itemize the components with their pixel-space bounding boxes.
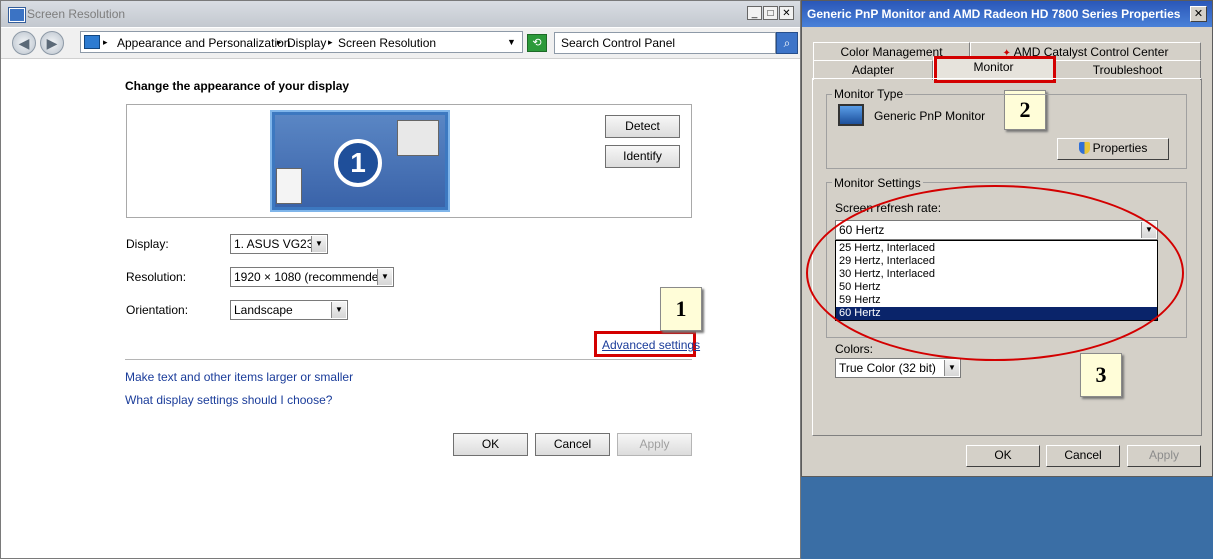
breadcrumb-display[interactable]: Display [287,36,326,50]
back-button[interactable]: ◀ [12,31,36,55]
window-title: Screen Resolution [27,7,126,21]
dialog-cancel-button[interactable]: Cancel [1046,445,1120,467]
dialog-ok-button[interactable]: OK [966,445,1040,467]
callout-3: 3 [1080,353,1122,397]
dialog-apply-button[interactable]: Apply [1127,445,1201,467]
forward-button[interactable]: ▶ [40,31,64,55]
monitor-preview[interactable]: 1 [270,110,450,212]
display-select[interactable]: 1. ASUS VG236 ▼ [230,234,328,254]
detect-button[interactable]: Detect [605,115,680,138]
cancel-button[interactable]: Cancel [535,433,610,456]
chevron-icon[interactable]: ▸ [328,37,333,48]
orientation-label: Orientation: [126,303,189,317]
text-size-link[interactable]: Make text and other items larger or smal… [125,370,353,384]
maximize-button[interactable]: □ [763,6,778,20]
monitor-type-label: Monitor Type [832,87,906,101]
apply-button[interactable]: Apply [617,433,692,456]
display-help-link[interactable]: What display settings should I choose? [125,393,332,407]
identify-button[interactable]: Identify [605,145,680,168]
colors-label: Colors: [835,342,874,356]
monitor-properties-button[interactable]: Properties [1057,138,1169,160]
resolution-label: Resolution: [126,270,187,284]
advanced-settings-link[interactable]: Advanced settings [602,338,700,352]
breadcrumb-screen-resolution[interactable]: Screen Resolution [338,36,436,50]
window-thumbnail-icon [276,168,302,204]
ok-button[interactable]: OK [453,433,528,456]
close-button[interactable]: ✕ [779,6,794,20]
display-label: Display: [126,237,169,251]
page-title: Change the appearance of your display [125,79,350,93]
dialog-titlebar[interactable]: Generic PnP Monitor and AMD Radeon HD 78… [802,1,1212,27]
chevron-down-icon[interactable]: ▼ [377,269,392,285]
divider [125,359,692,360]
monitor-number-badge: 1 [334,139,382,187]
dialog-close-button[interactable]: ✕ [1190,6,1207,22]
address-dropdown-icon[interactable]: ▼ [507,37,516,47]
dialog-title: Generic PnP Monitor and AMD Radeon HD 78… [807,7,1181,21]
search-input[interactable]: Search Control Panel [554,32,776,54]
breadcrumb-appearance[interactable]: Appearance and Personalization [117,36,290,50]
tab-adapter[interactable]: Adapter [813,60,933,80]
monitor-name: Generic PnP Monitor [874,109,986,123]
address-bar[interactable]: ▸ Appearance and Personalization ▸ Displ… [80,31,523,53]
control-panel-icon [84,35,100,49]
shield-icon [1078,142,1090,154]
monitor-icon [838,104,864,126]
chevron-down-icon[interactable]: ▼ [944,360,959,376]
screen-resolution-window: Screen Resolution _ □ ✕ ◀ ▶ ▸ Appearance… [0,0,801,559]
callout-1: 1 [660,287,702,331]
colors-select[interactable]: True Color (32 bit) ▼ [835,358,961,378]
chevron-down-icon[interactable]: ▼ [331,302,346,318]
window-thumbnail-icon [397,120,439,156]
resolution-select[interactable]: 1920 × 1080 (recommended) ▼ [230,267,394,287]
tab-troubleshoot[interactable]: Troubleshoot [1054,60,1201,80]
chevron-icon[interactable]: ▸ [277,37,282,48]
minimize-button[interactable]: _ [747,6,762,20]
refresh-button[interactable]: ⟲ [527,34,547,52]
search-icon[interactable]: ⌕ [776,32,798,54]
monitor-settings-label: Monitor Settings [832,176,923,190]
chevron-down-icon[interactable]: ▼ [311,236,326,252]
window-titlebar[interactable]: Screen Resolution _ □ ✕ [1,1,800,27]
control-panel-icon [9,8,25,22]
chevron-icon[interactable]: ▸ [103,37,108,48]
orientation-select[interactable]: Landscape ▼ [230,300,348,320]
highlight-ellipse-refresh [806,185,1184,361]
